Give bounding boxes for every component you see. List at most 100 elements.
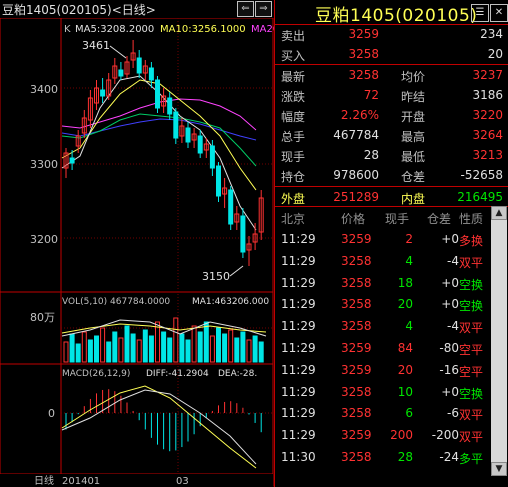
volume-bar bbox=[100, 327, 106, 363]
tick-price: 3259 bbox=[341, 232, 372, 246]
ma20-label: MA20 bbox=[251, 24, 274, 35]
tick-nature: 双平 bbox=[459, 430, 484, 445]
tick-time: 11:30 bbox=[281, 450, 316, 464]
tick-volume: 4 bbox=[405, 253, 413, 268]
volume-bar bbox=[124, 325, 130, 363]
tick-time: 11:29 bbox=[281, 297, 316, 312]
tick-time: 11:29 bbox=[281, 232, 316, 246]
candle-body bbox=[100, 89, 106, 97]
quote-title: 豆粕1405(020105) bbox=[315, 6, 478, 26]
volume-bar bbox=[222, 333, 228, 363]
tick-oi-change: +0 bbox=[441, 384, 459, 399]
tick-row: 11:29 3258 18 +0 空换 bbox=[281, 276, 489, 294]
tick-nature: 空平 bbox=[459, 364, 484, 379]
volume-bar bbox=[252, 335, 258, 363]
candle-body bbox=[167, 97, 173, 115]
volume-bar bbox=[118, 337, 124, 363]
tick-time: 11:29 bbox=[281, 384, 316, 399]
tick-nature: 空换 bbox=[459, 299, 484, 314]
tick-price: 3258 bbox=[341, 450, 372, 464]
kline-chart[interactable]: 3400 3300 3200 80万 0 K MA5:3208.2000 MA1… bbox=[0, 18, 274, 487]
candle-body bbox=[240, 215, 246, 253]
volume-bar bbox=[94, 335, 99, 363]
price-axis-label: 3300 bbox=[30, 158, 58, 171]
candle-body bbox=[136, 57, 142, 74]
macd-axis-label: 0 bbox=[48, 407, 55, 420]
date-label: 201401 bbox=[62, 476, 100, 487]
close-button[interactable]: ✕ bbox=[490, 4, 508, 22]
prev-button[interactable]: ⇐ bbox=[237, 1, 254, 17]
stat-value: 3264 bbox=[472, 128, 503, 142]
volume-bar bbox=[197, 331, 203, 363]
tick-oi-change: -6 bbox=[447, 406, 459, 421]
next-button[interactable]: ⇒ bbox=[255, 1, 272, 17]
tick-nature: 空换 bbox=[459, 277, 484, 292]
tick-oi-change: +0 bbox=[441, 275, 459, 290]
ma10-label: MA10:3256.1000 bbox=[160, 24, 246, 35]
tick-volume: 20 bbox=[397, 297, 413, 312]
tick-nature: 空平 bbox=[459, 343, 484, 357]
tick-oi-change: -24 bbox=[439, 450, 459, 464]
candle-body bbox=[173, 111, 179, 139]
volume-bar bbox=[179, 333, 185, 363]
macd-diff: DIFF:-41.2904 bbox=[146, 369, 209, 379]
volume-bar bbox=[142, 329, 148, 363]
volume-bar bbox=[185, 339, 191, 363]
volume-bar bbox=[173, 317, 179, 363]
tick-time: 11:29 bbox=[281, 319, 316, 334]
scroll-down-icon[interactable]: ▼ bbox=[491, 462, 507, 476]
stat-value: 978600 bbox=[333, 168, 379, 182]
tick-price: 3259 bbox=[341, 362, 372, 377]
ma5-label: MA5:3208.2000 bbox=[75, 24, 154, 35]
date-label: 03 bbox=[176, 476, 189, 487]
scroll-up-icon[interactable]: ▲ bbox=[491, 206, 507, 220]
stat-value: 3237 bbox=[472, 68, 503, 82]
menu-icon[interactable]: ☰ bbox=[471, 4, 489, 22]
chart-title-bar: 豆粕1405(020105)<日线> ⇐ ⇒ bbox=[0, 0, 274, 18]
volume-bar bbox=[130, 333, 136, 363]
candle-body bbox=[228, 189, 234, 225]
candle-body bbox=[197, 135, 203, 154]
stats-row: 最新 3258 均价 3237 bbox=[281, 68, 507, 86]
quote-panel: 豆粕1405(020105) ☰ ✕ 卖出 3259 234 买入 3258 2… bbox=[274, 0, 508, 487]
ticks-scrollbar[interactable]: ▲ ▼ bbox=[491, 206, 507, 476]
stats-row: 总手 467784 最高 3264 bbox=[281, 128, 507, 146]
volume-bar bbox=[191, 325, 197, 363]
tick-price: 3258 bbox=[341, 319, 372, 334]
period-label[interactable]: 日线 bbox=[34, 474, 54, 487]
tick-volume: 20 bbox=[397, 362, 413, 377]
tick-price: 3258 bbox=[341, 253, 372, 268]
volume-bar bbox=[87, 339, 93, 363]
price-axis-label: 3200 bbox=[30, 233, 58, 246]
volume-bar bbox=[246, 339, 252, 363]
tick-row: 11:29 3259 2 +0 多换 bbox=[281, 232, 489, 250]
stat-label: 幅度 bbox=[281, 110, 306, 124]
stat-value: -52658 bbox=[460, 168, 503, 182]
volume-bar bbox=[106, 341, 112, 363]
stats-table: 最新 3258 均价 3237 涨跌 72 昨结 3186 幅度 2.26% 开盘 3220 总手 467… bbox=[281, 68, 507, 188]
stat-label: 最低 bbox=[401, 150, 426, 164]
tick-oi-change: +0 bbox=[441, 232, 459, 246]
stats-row: 幅度 2.26% 开盘 3220 bbox=[281, 108, 507, 126]
stat-value: 28 bbox=[363, 148, 379, 162]
tick-volume: 4 bbox=[405, 319, 413, 334]
bid-price: 3258 bbox=[348, 47, 379, 61]
tick-volume: 18 bbox=[397, 275, 413, 290]
tick-oi-change: +0 bbox=[441, 297, 459, 312]
candle-body bbox=[118, 69, 124, 77]
volume-bar bbox=[167, 337, 173, 363]
stat-label: 总手 bbox=[281, 130, 306, 144]
stats-row: 涨跌 72 昨结 3186 bbox=[281, 88, 507, 106]
volume-bar bbox=[63, 341, 69, 363]
macd-label: MACD(26,12,9) bbox=[62, 369, 130, 379]
tick-oi-change: -16 bbox=[439, 362, 459, 377]
tick-row: 11:29 3259 20 -16 空平 bbox=[281, 363, 489, 381]
volume-bar bbox=[258, 341, 264, 363]
volume-bar bbox=[112, 331, 118, 363]
ask-price: 3259 bbox=[348, 27, 379, 41]
volume-bar bbox=[228, 329, 234, 363]
chart-title: 豆粕1405(020105)<日线> bbox=[2, 3, 156, 17]
ticks-list: 11:29 3259 2 +0 多换 11:29 3258 4 -4 双平 11:29 3258 18 +… bbox=[281, 232, 489, 472]
inner-volume: 216495 bbox=[457, 190, 503, 204]
ask-volume: 234 bbox=[480, 27, 503, 41]
